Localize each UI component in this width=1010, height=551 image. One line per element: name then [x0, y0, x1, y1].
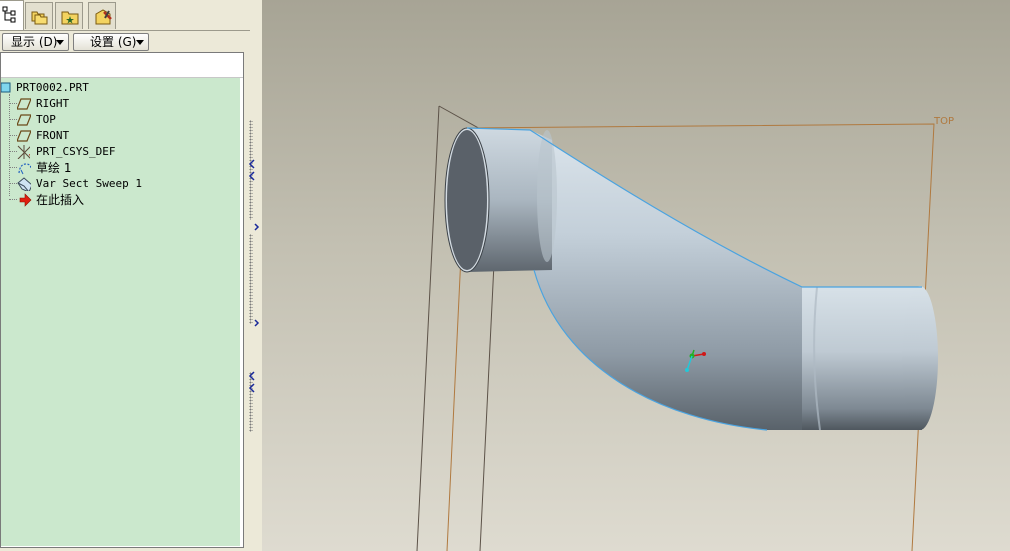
panel-splitter[interactable]	[246, 52, 260, 548]
tree-item-label: PRT0002.PRT	[16, 81, 89, 94]
insert-here-arrow-icon	[19, 193, 32, 207]
tree-item-variable-section-sweep[interactable]: Var Sect Sweep 1	[1, 176, 239, 192]
model-tree: PRT0002.PRT RIGHT TOP FRONT PRT_CSYS_DEF…	[0, 52, 244, 548]
display-menu-label: 显示 (D)	[11, 35, 58, 49]
collapse-left-arrow-icon[interactable]	[246, 364, 260, 404]
tab-model-tree[interactable]	[0, 0, 24, 31]
folder-browser-icon	[31, 11, 48, 25]
datum-plane-icon	[17, 98, 31, 110]
favorites-folder-icon	[61, 11, 79, 25]
model-tree-icon	[2, 6, 16, 23]
model-render: TOP	[416, 105, 954, 551]
tree-item-label: 草绘 1	[36, 161, 72, 175]
display-menu-button[interactable]: 显示 (D)	[2, 33, 69, 51]
tree-item-right-plane[interactable]: RIGHT	[1, 96, 239, 112]
datum-label-top: TOP	[933, 116, 954, 127]
splitter-grip	[249, 234, 253, 324]
coordinate-system-icon	[17, 145, 30, 159]
navigator-panel: 显示 (D) 设置 (G) PRT0002.PRT RIGHT TOP FRON…	[0, 0, 263, 551]
part-icon	[1, 82, 11, 93]
tab-folder-browser[interactable]	[25, 2, 53, 29]
graphics-viewport[interactable]: TOP	[262, 0, 1010, 551]
tree-item-root-part[interactable]: PRT0002.PRT	[1, 80, 239, 96]
chevron-down-icon	[136, 40, 144, 45]
navigator-toolbar: 显示 (D) 设置 (G)	[0, 30, 250, 53]
chevron-down-icon	[56, 40, 64, 45]
tab-favorites[interactable]	[55, 2, 83, 29]
tree-item-label: 在此插入	[36, 193, 85, 207]
tree-item-top-plane[interactable]: TOP	[1, 112, 239, 128]
datum-plane-icon	[17, 130, 31, 142]
creo-application-window: 显示 (D) 设置 (G) PRT0002.PRT RIGHT TOP FRON…	[0, 0, 1010, 551]
navigator-tab-bar	[0, 0, 262, 31]
datum-plane-icon	[17, 114, 31, 126]
tree-item-front-plane[interactable]: FRONT	[1, 128, 239, 144]
tree-item-coordinate-system[interactable]: PRT_CSYS_DEF	[1, 144, 239, 160]
tree-item-label: FRONT	[36, 129, 70, 142]
tools-icon	[95, 9, 112, 25]
tree-item-label: PRT_CSYS_DEF	[36, 145, 116, 158]
tree-item-label: TOP	[36, 113, 56, 126]
sketch-icon	[18, 163, 31, 175]
tab-tools[interactable]	[88, 2, 116, 29]
model-tree-header	[1, 53, 243, 78]
tree-item-label: RIGHT	[36, 97, 70, 110]
model-tree-body[interactable]: PRT0002.PRT RIGHT TOP FRONT PRT_CSYS_DEF…	[1, 78, 240, 546]
expand-right-arrow-icon[interactable]	[253, 220, 261, 240]
expand-right-arrow-icon[interactable]	[253, 316, 261, 336]
collapse-left-arrow-icon[interactable]	[246, 152, 260, 192]
tree-item-insert-here[interactable]: 在此插入	[1, 192, 239, 208]
tree-item-label: Var Sect Sweep 1	[36, 177, 142, 190]
settings-menu-button[interactable]: 设置 (G)	[73, 33, 149, 51]
settings-menu-label: 设置 (G)	[90, 35, 137, 49]
tree-item-sketch[interactable]: 草绘 1	[1, 160, 239, 176]
variable-section-sweep-icon	[17, 177, 31, 191]
